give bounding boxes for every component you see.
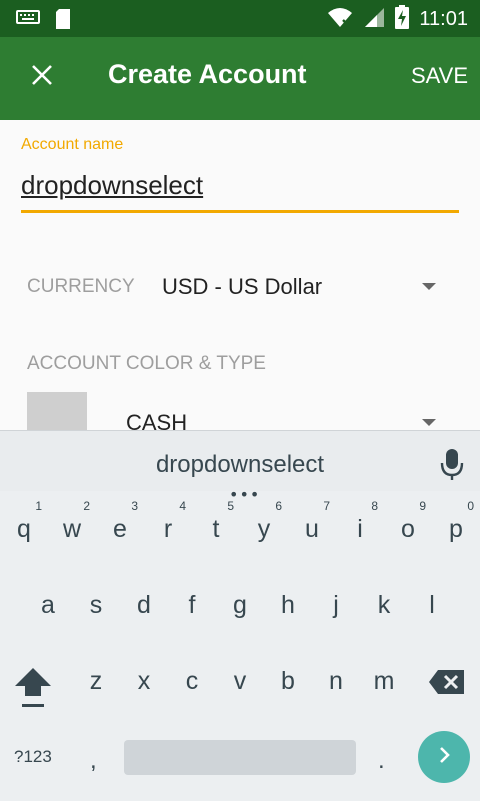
battery-charging-icon (395, 5, 410, 33)
key-h[interactable]: h (264, 575, 312, 635)
space-key[interactable] (124, 740, 356, 775)
key-z[interactable]: z (72, 651, 120, 711)
chevron-right-icon (434, 745, 454, 769)
key-w[interactable]: 2w (48, 499, 96, 559)
app-bar: Create Account SAVE (0, 37, 480, 120)
save-button[interactable]: SAVE (411, 63, 468, 89)
key-m[interactable]: m (360, 651, 408, 711)
account-name-input[interactable]: dropdownselect (21, 170, 203, 201)
color-type-label: ACCOUNT COLOR & TYPE (27, 353, 266, 374)
key-q[interactable]: 1q (0, 499, 48, 559)
currency-label: CURRENCY (27, 276, 135, 297)
key-o[interactable]: 9o (384, 499, 432, 559)
comma-key[interactable]: , (90, 747, 97, 775)
key-p[interactable]: 0p (432, 499, 480, 559)
key-t[interactable]: 5t (192, 499, 240, 559)
microphone-icon[interactable] (440, 447, 464, 485)
key-f[interactable]: f (168, 575, 216, 635)
sd-card-icon (54, 8, 72, 34)
status-bar: 11:01 (0, 0, 480, 37)
backspace-icon[interactable] (428, 669, 466, 699)
page-title: Create Account (108, 59, 307, 89)
key-l[interactable]: l (408, 575, 456, 635)
key-i[interactable]: 8i (336, 499, 384, 559)
key-y[interactable]: 6y (240, 499, 288, 559)
key-k[interactable]: k (360, 575, 408, 635)
status-time: 11:01 (419, 7, 468, 30)
key-g[interactable]: g (216, 575, 264, 635)
key-v[interactable]: v (216, 651, 264, 711)
key-j[interactable]: j (312, 575, 360, 635)
wifi-icon (327, 6, 353, 32)
key-n[interactable]: n (312, 651, 360, 711)
suggestion-word[interactable]: dropdownselect (0, 451, 480, 479)
soft-keyboard: dropdownselect ••• 1q 2w 3e 4r 5t 6y 7u … (0, 430, 480, 801)
shift-icon[interactable] (12, 664, 54, 714)
key-b[interactable]: b (264, 651, 312, 711)
key-x[interactable]: x (120, 651, 168, 711)
close-button[interactable] (24, 59, 60, 95)
period-key[interactable]: . (378, 747, 385, 775)
chevron-down-icon[interactable] (422, 419, 436, 426)
currency-dropdown[interactable]: USD - US Dollar (162, 274, 322, 300)
account-color-swatch[interactable] (27, 392, 87, 432)
signal-icon (363, 6, 385, 32)
keyboard-icon (16, 8, 40, 34)
close-icon (31, 64, 53, 90)
key-d[interactable]: d (120, 575, 168, 635)
account-name-underline (21, 210, 459, 213)
key-r[interactable]: 4r (144, 499, 192, 559)
enter-button[interactable] (418, 731, 470, 783)
key-s[interactable]: s (72, 575, 120, 635)
key-e[interactable]: 3e (96, 499, 144, 559)
key-u[interactable]: 7u (288, 499, 336, 559)
key-c[interactable]: c (168, 651, 216, 711)
suggestion-bar: dropdownselect ••• (0, 431, 480, 504)
account-name-label: Account name (21, 136, 124, 153)
key-a[interactable]: a (24, 575, 72, 635)
symbols-key[interactable]: ?123 (14, 747, 52, 767)
chevron-down-icon[interactable] (422, 283, 436, 290)
